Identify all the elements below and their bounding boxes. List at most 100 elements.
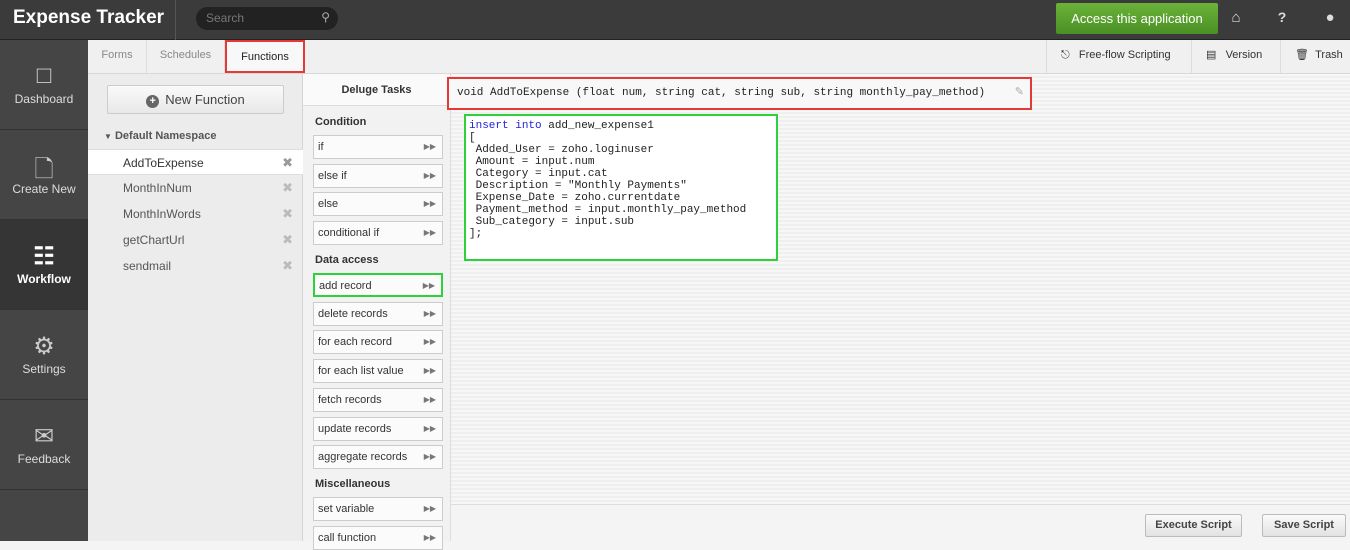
edit-pencil-icon[interactable]: ✎	[1015, 79, 1024, 108]
category-miscellaneous: Miscellaneous	[315, 478, 391, 490]
tab-functions[interactable]: Functions	[225, 40, 305, 73]
tasks-title: Deluge Tasks	[303, 74, 450, 106]
function-item[interactable]: AddToExpense ✖	[88, 149, 303, 175]
label: Free-flow Scripting	[1078, 49, 1171, 61]
double-arrow-icon: ▶▶	[423, 366, 436, 376]
function-panel: + New Function ▼ Default Namespace AddToE…	[88, 74, 303, 541]
function-name: MonthInNum	[123, 181, 192, 195]
task-for-each-list-value[interactable]: for each list value ▶▶	[313, 359, 443, 384]
task-aggregate-records[interactable]: aggregate records ▶▶	[313, 445, 443, 470]
task-fetch-records[interactable]: fetch records ▶▶	[313, 387, 443, 412]
task-for-each-record[interactable]: for each record ▶▶	[313, 330, 443, 355]
execute-script-button[interactable]: Execute Script	[1145, 514, 1242, 537]
task-label: add record	[319, 280, 372, 292]
close-icon[interactable]: ✖	[282, 201, 293, 227]
tab-forms[interactable]: Forms	[88, 40, 147, 73]
keyword: insert	[469, 120, 509, 132]
task-delete-records[interactable]: delete records ▶▶	[313, 301, 443, 326]
function-name: getChartUrl	[123, 233, 185, 247]
function-name: MonthInWords	[123, 207, 201, 221]
home-icon[interactable]: ⌂	[1226, 9, 1246, 26]
nav-settings[interactable]: ⚙ Settings	[0, 310, 88, 400]
task-label: delete records	[318, 307, 388, 320]
signature-text: void AddToExpense (float num, string cat…	[457, 87, 986, 99]
app-title: Expense Tracker	[13, 7, 165, 28]
keyword: into	[515, 120, 542, 132]
trash-button[interactable]: 🗑 Trash	[1280, 40, 1350, 73]
task-conditional-if[interactable]: conditional if ▶▶	[313, 221, 443, 246]
tab-schedules[interactable]: Schedules	[147, 40, 225, 73]
task-set-variable[interactable]: set variable ▶▶	[313, 497, 443, 521]
task-else[interactable]: else ▶▶	[313, 192, 443, 217]
nav-label: Dashboard	[14, 92, 74, 106]
nav-feedback[interactable]: ✉ Feedback	[0, 400, 88, 490]
divider	[175, 0, 176, 40]
code-body: [ Added_User = zoho.loginuser Amount = i…	[469, 132, 747, 240]
nav-label: Workflow	[17, 272, 71, 286]
scripting-icon: ⎋	[1061, 49, 1070, 61]
task-label: call function	[318, 531, 377, 544]
user-icon[interactable]: ●	[1320, 9, 1340, 26]
version-button[interactable]: ▤ Version	[1191, 40, 1280, 73]
nav-label: Create New	[12, 182, 76, 196]
search-input[interactable]: Search ⚲	[196, 7, 338, 30]
function-item[interactable]: sendmail ✖	[88, 253, 303, 279]
task-add-record[interactable]: add record ▶▶	[313, 273, 443, 297]
namespace-toggle[interactable]: ▼ Default Namespace	[104, 130, 216, 142]
label: Trash	[1315, 49, 1343, 61]
task-update-records[interactable]: update records ▶▶	[313, 416, 443, 441]
close-icon[interactable]: ✖	[282, 150, 293, 176]
nav-dashboard[interactable]: □ Dashboard	[0, 40, 88, 130]
function-list: AddToExpense ✖ MonthInNum ✖ MonthInWords ✖ …	[88, 149, 303, 279]
new-file-icon: 🗋	[34, 156, 54, 183]
double-arrow-icon: ▶▶	[423, 337, 436, 347]
new-function-button[interactable]: + New Function	[107, 85, 284, 114]
close-icon[interactable]: ✖	[282, 175, 293, 201]
task-label: else if	[318, 169, 347, 182]
category-condition: Condition	[315, 116, 367, 128]
function-signature[interactable]: void AddToExpense (float num, string cat…	[447, 77, 1032, 110]
task-label: for each record	[318, 336, 392, 349]
double-arrow-icon: ▶▶	[423, 423, 436, 433]
function-item[interactable]: MonthInNum ✖	[88, 175, 303, 201]
free-flow-scripting-button[interactable]: ⎋ Free-flow Scripting	[1046, 40, 1191, 73]
label: New Function	[165, 92, 245, 107]
double-arrow-icon: ▶▶	[423, 170, 436, 180]
plus-icon: +	[146, 95, 160, 108]
search-icon[interactable]: ⚲	[321, 10, 330, 24]
script-editor[interactable]: void AddToExpense (float num, string cat…	[447, 74, 1350, 504]
task-if[interactable]: if ▶▶	[313, 135, 443, 159]
close-icon[interactable]: ✖	[282, 253, 293, 279]
close-icon[interactable]: ✖	[282, 227, 293, 253]
nav-workflow[interactable]: ☷ Workflow	[0, 220, 88, 310]
task-label: else	[318, 198, 339, 211]
deluge-tasks-panel: Deluge Tasks Condition Data access Misce…	[303, 74, 451, 550]
task-call-function[interactable]: call function ▶▶	[313, 525, 443, 550]
gear-icon: ⚙	[33, 333, 55, 360]
nav-label: Settings	[22, 362, 66, 376]
task-label: update records	[318, 422, 392, 435]
double-arrow-icon: ▶▶	[423, 199, 436, 209]
search-placeholder: Search	[206, 11, 245, 25]
version-icon: ▤	[1206, 49, 1217, 61]
task-else-if[interactable]: else if ▶▶	[313, 163, 443, 188]
double-arrow-icon: ▶▶	[423, 142, 436, 151]
function-item[interactable]: getChartUrl ✖	[88, 227, 303, 253]
help-icon[interactable]: ?	[1272, 9, 1292, 25]
function-item[interactable]: MonthInWords ✖	[88, 201, 303, 227]
nav-label: Feedback	[17, 452, 71, 466]
code-block[interactable]: insert into add_new_expense1 [ Added_Use…	[464, 114, 778, 261]
double-arrow-icon: ▶▶	[423, 228, 436, 238]
task-label: for each list value	[318, 365, 404, 378]
footer-bar: Execute Script Save Script	[451, 504, 1350, 541]
double-arrow-icon: ▶▶	[423, 394, 436, 404]
task-label: if	[318, 141, 324, 153]
label: Version	[1225, 49, 1263, 61]
workflow-icon: ☷	[33, 243, 55, 270]
task-label: set variable	[318, 503, 375, 515]
nav-create-new[interactable]: 🗋 Create New	[0, 130, 88, 220]
save-script-button[interactable]: Save Script	[1262, 514, 1346, 537]
access-application-button[interactable]: Access this application	[1056, 3, 1218, 34]
trash-icon: 🗑	[1295, 49, 1309, 61]
category-data-access: Data access	[315, 254, 379, 266]
